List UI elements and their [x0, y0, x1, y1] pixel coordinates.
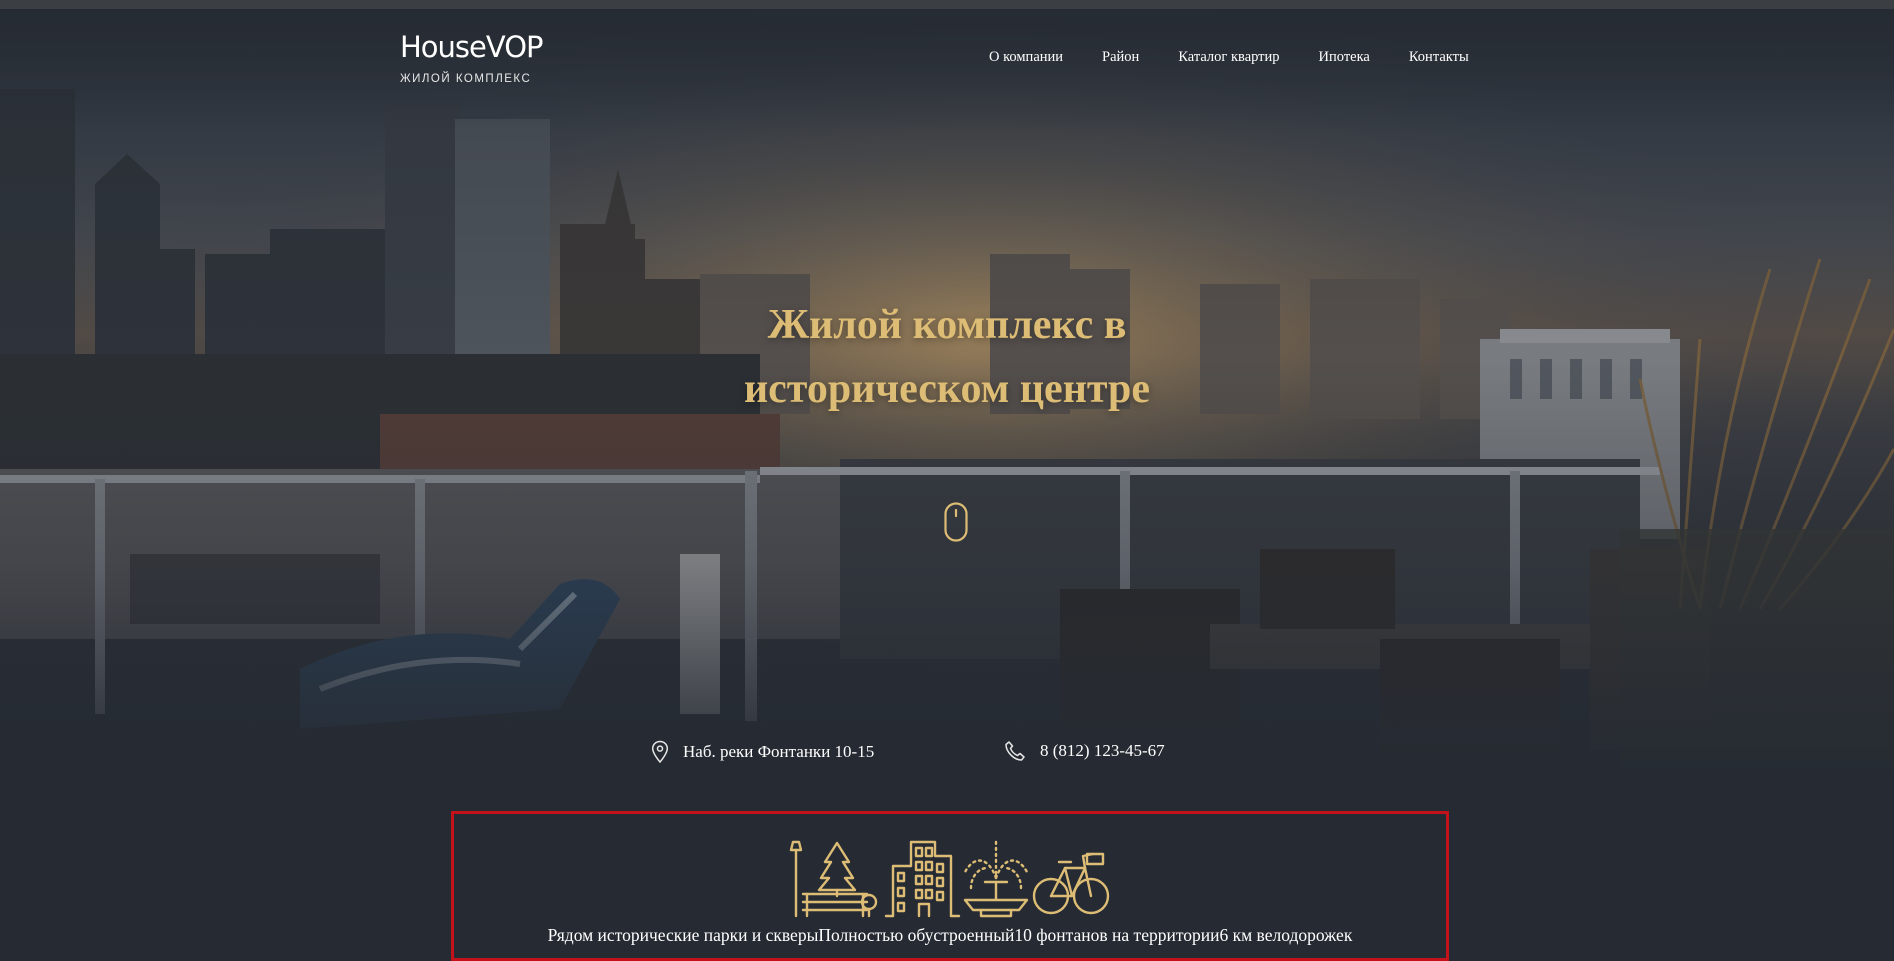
feature-item: 6 км велодорожек: [1219, 925, 1353, 945]
phone-icon: [1005, 741, 1025, 761]
map-pin-icon: [651, 740, 669, 764]
main-nav: О компании Район Каталог квартир Ипотека…: [989, 49, 1469, 66]
hero-title: Жилой комплекс в историческом центре: [743, 302, 1151, 412]
logo-name: HouseVOP: [400, 30, 544, 64]
nav-item-mortgage[interactable]: Ипотека: [1319, 49, 1370, 66]
feature-item: Рядом исторические парки и скверы: [547, 925, 819, 945]
window-top-strip: [0, 0, 1894, 9]
nav-item-catalog[interactable]: Каталог квартир: [1178, 49, 1279, 66]
city-amenities-icon: [789, 840, 1110, 918]
nav-item-about[interactable]: О компании: [989, 49, 1063, 66]
features-list: Рядом исторические парки и скверыПолност…: [454, 925, 1446, 946]
address-text: Наб. реки Фонтанки 10-15: [683, 742, 875, 761]
feature-item: Полностью обустроенный: [818, 925, 1015, 945]
logo-subtitle: ЖИЛОЙ КОМПЛЕКС: [400, 73, 532, 85]
nav-item-district[interactable]: Район: [1102, 49, 1139, 66]
mouse-icon[interactable]: [944, 502, 968, 547]
feature-item: 10 фонтанов на территории: [1014, 925, 1220, 945]
nav-item-contacts[interactable]: Контакты: [1409, 49, 1469, 66]
phone-number: 8 (812) 123-45-67: [1040, 741, 1165, 760]
logo[interactable]: HouseVOP ЖИЛОЙ КОМПЛЕКС: [400, 30, 544, 85]
features-section: Рядом исторические парки и скверыПолност…: [451, 811, 1449, 961]
address-contact: Наб. реки Фонтанки 10-15: [651, 740, 874, 764]
phone-contact[interactable]: 8 (812) 123-45-67: [1004, 740, 1165, 762]
